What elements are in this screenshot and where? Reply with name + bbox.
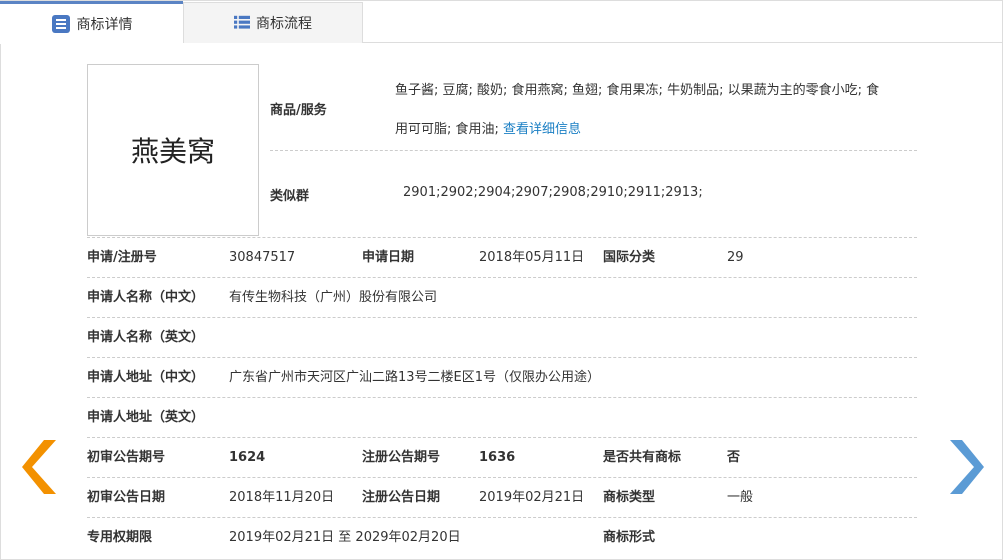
field-value: 有传生物科技（广州）股份有限公司 xyxy=(229,290,438,305)
divider xyxy=(270,150,917,151)
field-value: 2018年11月20日 xyxy=(229,490,335,505)
field-label: 初审公告日期 xyxy=(87,490,166,505)
field-label: 国际分类 xyxy=(603,250,656,265)
field-label: 申请日期 xyxy=(362,250,415,265)
info-row: 申请人名称（中文） 有传生物科技（广州）股份有限公司 xyxy=(87,278,917,318)
view-details-link[interactable]: 查看详细信息 xyxy=(503,122,581,137)
field-value: 2018年05月11日 xyxy=(479,250,585,265)
info-row: 申请人地址（英文） xyxy=(87,398,917,438)
field-value: 29 xyxy=(727,250,744,265)
field-label: 申请人地址（英文） xyxy=(87,410,205,425)
tab-label: 商标详情 xyxy=(76,17,133,33)
field-label: 商标形式 xyxy=(603,530,656,545)
similar-group-label: 类似群 xyxy=(270,189,310,204)
info-row: 初审公告期号 1624 注册公告期号 1636 是否共有商标 否 xyxy=(87,438,917,478)
field-label: 注册公告日期 xyxy=(362,490,441,505)
info-row: 申请人地址（中文） 广东省广州市天河区广汕二路13号二楼E区1号（仅限办公用途） xyxy=(87,358,917,398)
field-value: 否 xyxy=(727,450,741,465)
similar-group-value: 2901;2902;2904;2907;2908;2910;2911;2913; xyxy=(403,185,703,200)
field-value: 2019年02月21日 至 2029年02月20日 xyxy=(229,530,461,545)
goods-text-line1: 鱼子酱; 豆腐; 酸奶; 食用燕窝; 鱼翅; 食用果冻; 牛奶制品; 以果蔬为主… xyxy=(395,83,880,98)
trademark-image: 燕美窝 xyxy=(87,64,259,236)
field-value: 30847517 xyxy=(229,250,296,265)
field-label: 专用权期限 xyxy=(87,530,153,545)
prev-arrow-icon[interactable] xyxy=(22,440,56,494)
goods-label: 商品/服务 xyxy=(270,103,327,118)
field-value: 一般 xyxy=(727,490,754,505)
field-label: 申请人名称（中文） xyxy=(87,290,205,305)
field-value: 1636 xyxy=(479,450,516,465)
info-row: 初审公告日期 2018年11月20日 注册公告日期 2019年02月21日 商标类型 一般 xyxy=(87,478,917,518)
list-detail-icon xyxy=(51,15,70,33)
field-label: 申请人名称（英文） xyxy=(87,330,205,345)
info-row: 专用权期限 2019年02月21日 至 2029年02月20日 商标形式 xyxy=(87,518,917,558)
info-row: 申请/注册号 30847517 申请日期 2018年05月11日 国际分类 29 xyxy=(87,238,917,278)
tab-trademark-detail[interactable]: 商标详情 xyxy=(0,1,183,44)
field-label: 申请人地址（中文） xyxy=(87,370,205,385)
info-row: 申请人名称（英文） xyxy=(87,318,917,358)
next-arrow-icon[interactable] xyxy=(950,440,984,494)
goods-text-line2: 用可可脂; 食用油; 查看详细信息 xyxy=(395,118,581,137)
list-icon xyxy=(234,15,250,29)
tab-bar: 商标详情 商标流程 xyxy=(0,0,1003,44)
field-value: 1624 xyxy=(229,450,266,465)
field-label: 商标类型 xyxy=(603,490,656,505)
field-label: 是否共有商标 xyxy=(603,450,682,465)
tab-label: 商标流程 xyxy=(256,16,312,32)
field-label: 注册公告期号 xyxy=(362,450,441,465)
goods-text: 用可可脂; 食用油; xyxy=(395,122,499,137)
tab-trademark-process[interactable]: 商标流程 xyxy=(183,2,363,43)
field-value: 广东省广州市天河区广汕二路13号二楼E区1号（仅限办公用途） xyxy=(229,370,601,385)
field-value: 2019年02月21日 xyxy=(479,490,585,505)
field-label: 初审公告期号 xyxy=(87,450,166,465)
field-label: 申请/注册号 xyxy=(87,250,157,265)
